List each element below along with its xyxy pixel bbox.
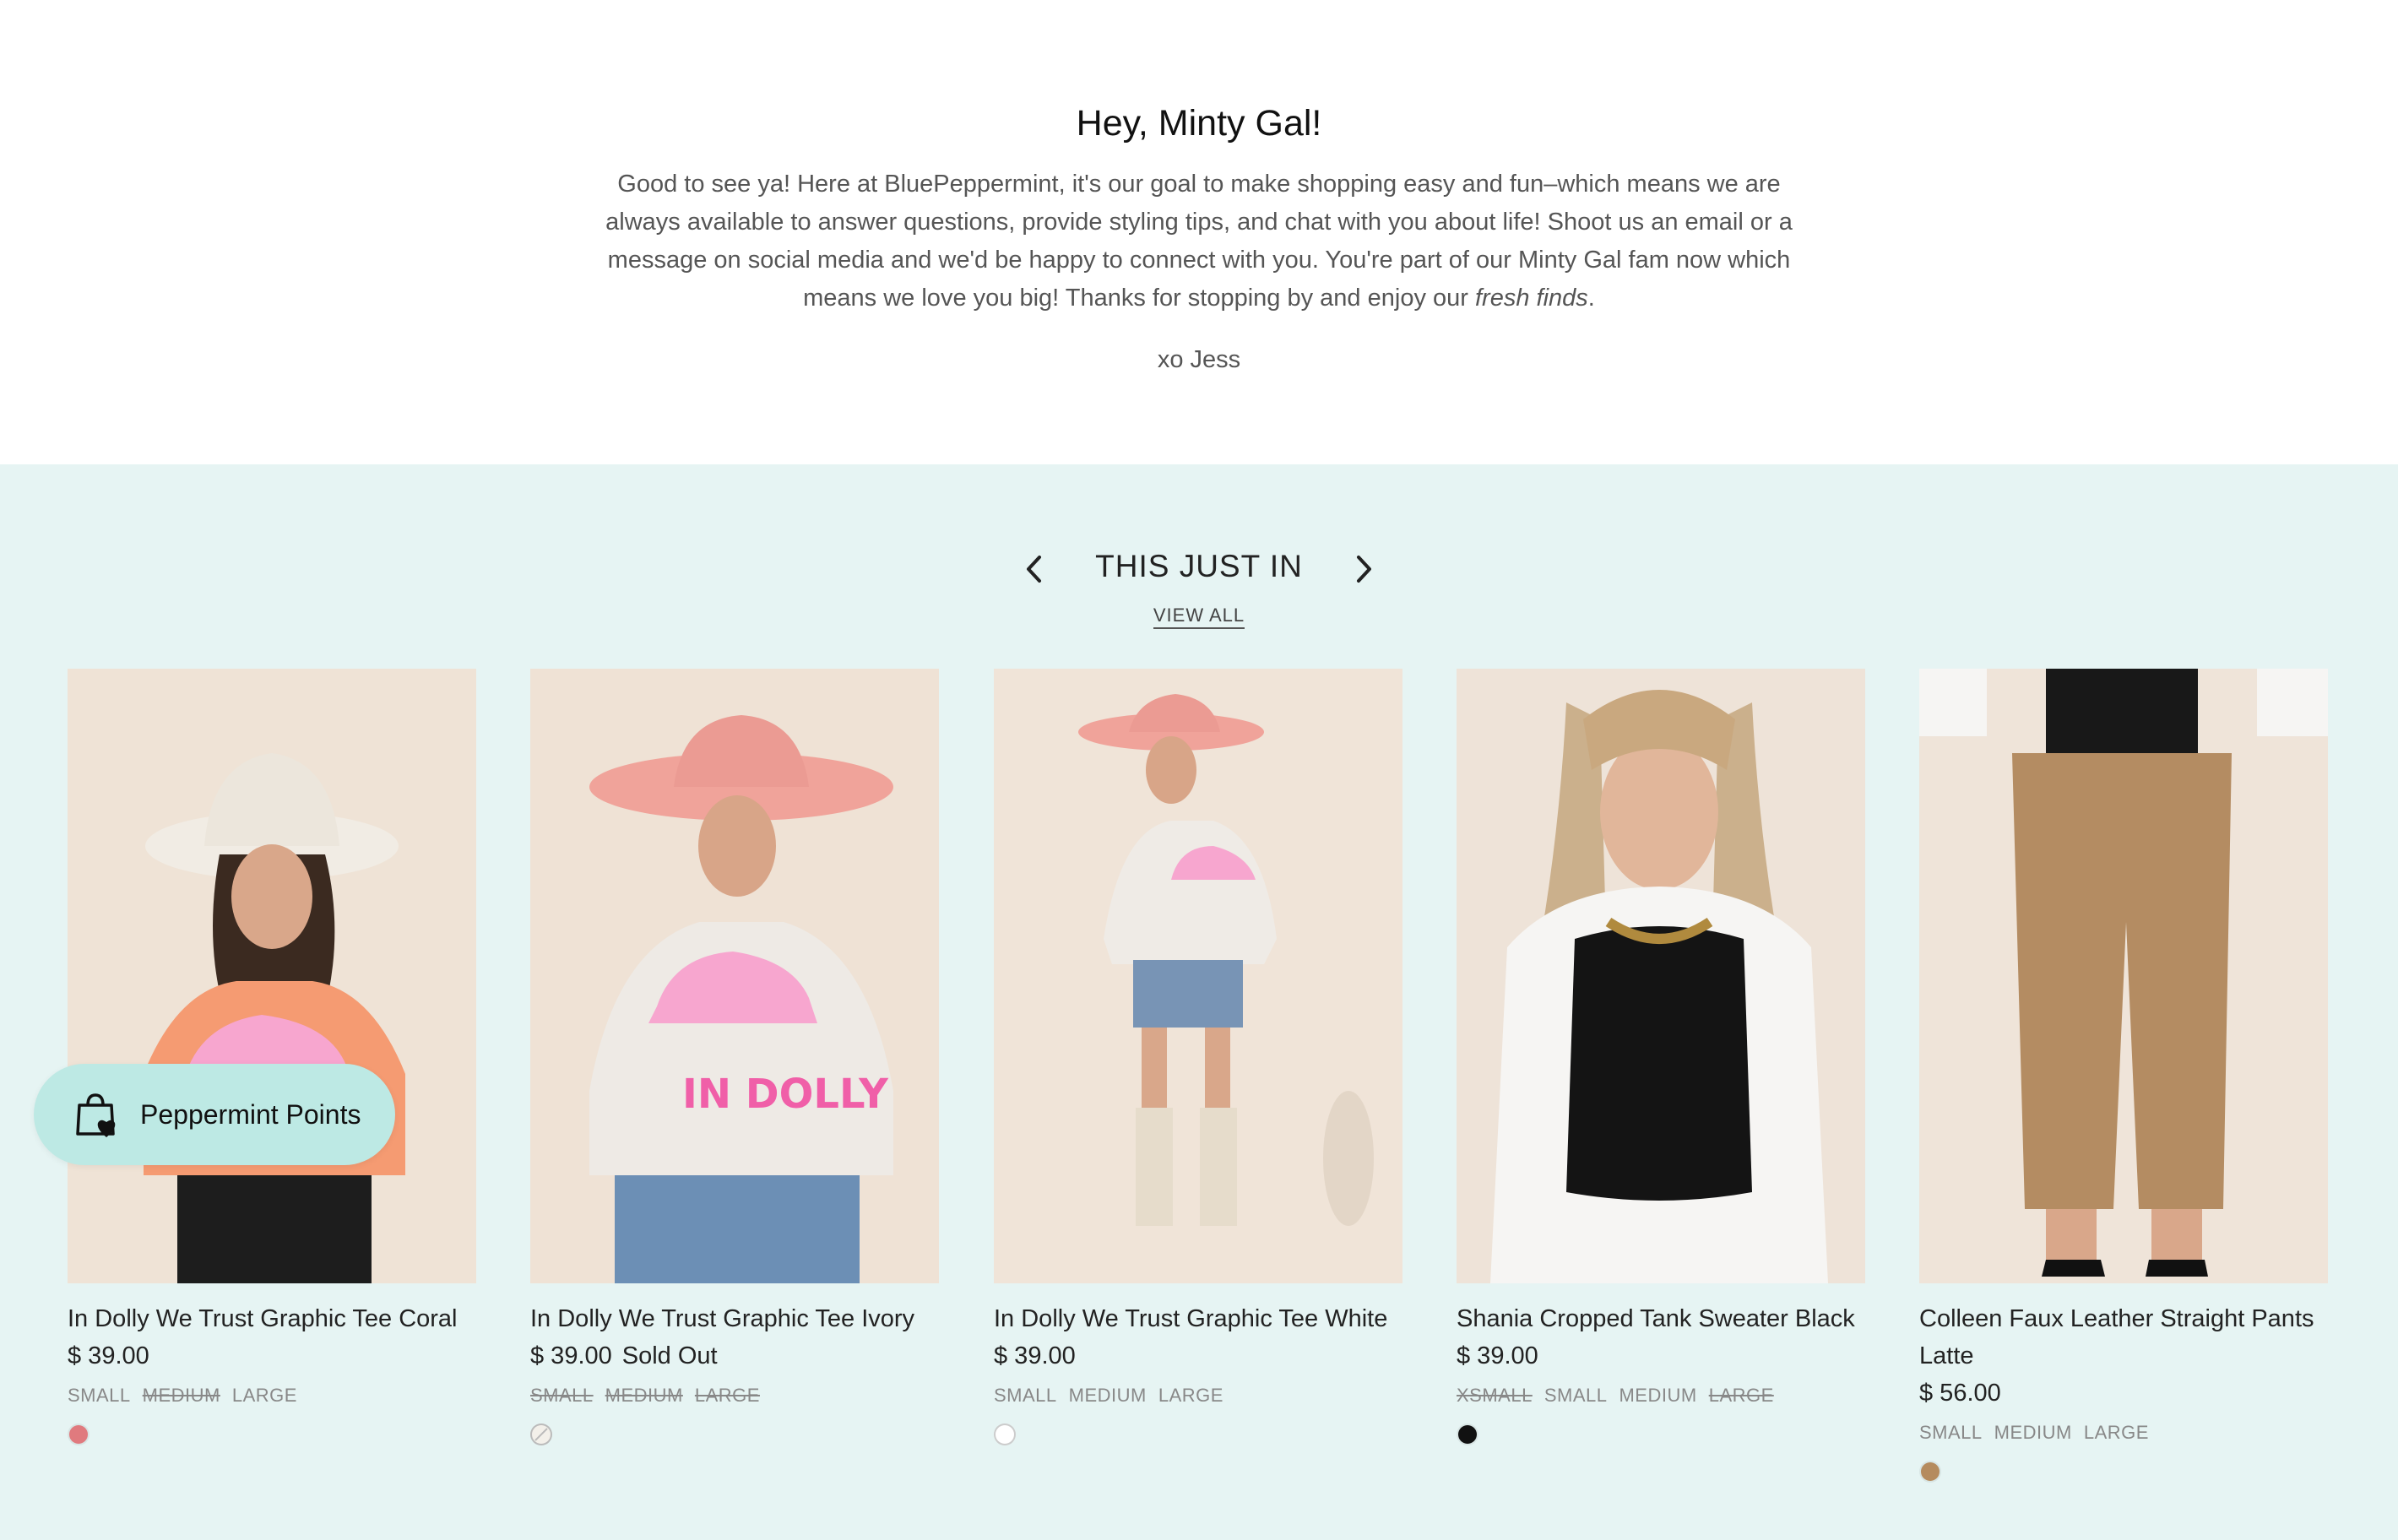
product-title[interactable]: In Dolly We Trust Graphic Tee Ivory xyxy=(530,1300,939,1337)
peppermint-points-label: Peppermint Points xyxy=(140,1098,361,1130)
product-image-ivory-tee[interactable]: IN DOLLY xyxy=(530,669,939,1283)
product-card[interactable]: IN DOLLY In Dolly We Trust Graphic Tee I… xyxy=(530,669,939,1448)
size-option-unavailable: SMALL xyxy=(530,1385,594,1406)
intro-emphasis: fresh finds xyxy=(1474,285,1588,312)
peppermint-points-button[interactable]: Peppermint Points xyxy=(34,1064,395,1165)
size-option-unavailable: MEDIUM xyxy=(142,1385,220,1406)
color-swatch[interactable] xyxy=(996,1425,1014,1444)
intro-section: Hey, Minty Gal! Good to see ya! Here at … xyxy=(0,0,2398,464)
price-value: $ 39.00 xyxy=(530,1342,612,1369)
size-option-unavailable: LARGE xyxy=(694,1385,760,1406)
this-just-in-section: THIS JUST IN VIEW ALL In Dolly We Trust … xyxy=(0,464,2398,1540)
price-value: $ 39.00 xyxy=(994,1342,1076,1369)
size-options: SMALL MEDIUM LARGE xyxy=(994,1385,1402,1407)
product-card[interactable]: Shania Cropped Tank Sweater Black $ 39.0… xyxy=(1457,669,1865,1448)
size-option[interactable]: MEDIUM xyxy=(1619,1385,1696,1406)
size-option[interactable]: LARGE xyxy=(2084,1422,2149,1443)
next-arrow-button[interactable] xyxy=(1344,550,1381,588)
product-card[interactable]: In Dolly We Trust Graphic Tee White $ 39… xyxy=(994,669,1402,1448)
sold-out-label: Sold Out xyxy=(621,1342,718,1369)
size-option[interactable]: SMALL xyxy=(1919,1422,1983,1443)
size-option[interactable]: MEDIUM xyxy=(1069,1385,1147,1406)
product-price: $ 39.00 xyxy=(994,1337,1402,1375)
product-title[interactable]: In Dolly We Trust Graphic Tee White xyxy=(994,1300,1402,1337)
product-image-latte-pants[interactable] xyxy=(1919,669,2328,1283)
product-image-black-sweater[interactable] xyxy=(1457,669,1865,1283)
price-value: $ 39.00 xyxy=(68,1342,149,1369)
size-option[interactable]: LARGE xyxy=(232,1385,297,1406)
size-options: SMALL MEDIUM LARGE xyxy=(1919,1422,2328,1444)
intro-body-text: Good to see ya! Here at BluePeppermint, … xyxy=(605,171,1793,312)
size-options: XSMALL SMALL MEDIUM LARGE xyxy=(1457,1385,1865,1407)
intro-heading: Hey, Minty Gal! xyxy=(1076,103,1322,144)
product-title[interactable]: Colleen Faux Leather Straight Pants Latt… xyxy=(1919,1300,2328,1375)
intro-period: . xyxy=(1587,285,1595,312)
intro-body: Good to see ya! Here at BluePeppermint, … xyxy=(591,165,1807,317)
price-value: $ 39.00 xyxy=(1457,1342,1538,1369)
view-all-wrapper: VIEW ALL xyxy=(0,605,2398,629)
color-swatch-unavailable[interactable] xyxy=(532,1425,551,1444)
size-options: SMALL MEDIUM LARGE xyxy=(530,1385,939,1407)
size-option-unavailable: LARGE xyxy=(1708,1385,1774,1406)
view-all-link[interactable]: VIEW ALL xyxy=(1153,605,1245,629)
color-swatch[interactable] xyxy=(69,1425,88,1444)
product-price: $ 39.00 Sold Out xyxy=(530,1337,939,1375)
product-price: $ 56.00 xyxy=(1919,1375,2328,1412)
product-image-coral-tee[interactable] xyxy=(68,669,476,1283)
shopping-bag-heart-icon xyxy=(76,1093,116,1137)
size-option-unavailable: XSMALL xyxy=(1457,1385,1533,1406)
price-value: $ 56.00 xyxy=(1919,1380,2001,1407)
slash-icon xyxy=(534,1428,548,1441)
product-image-white-tee[interactable] xyxy=(994,669,1402,1283)
svg-text:IN DOLLY: IN DOLLY xyxy=(682,1071,889,1118)
size-options: SMALL MEDIUM LARGE xyxy=(68,1385,476,1407)
product-title[interactable]: Shania Cropped Tank Sweater Black xyxy=(1457,1300,1865,1337)
chevron-right-icon xyxy=(1357,556,1371,583)
size-option[interactable]: MEDIUM xyxy=(1994,1422,2072,1443)
product-card[interactable]: Colleen Faux Leather Straight Pants Latt… xyxy=(1919,669,2328,1485)
section-title: THIS JUST IN xyxy=(1095,549,1303,583)
intro-signature: xo Jess xyxy=(1157,346,1241,373)
size-option[interactable]: SMALL xyxy=(68,1385,131,1406)
size-option-unavailable: MEDIUM xyxy=(605,1385,683,1406)
product-card[interactable]: In Dolly We Trust Graphic Tee Coral $ 39… xyxy=(68,669,476,1448)
product-title[interactable]: In Dolly We Trust Graphic Tee Coral xyxy=(68,1300,476,1337)
size-option[interactable]: LARGE xyxy=(1158,1385,1223,1406)
product-price: $ 39.00 xyxy=(1457,1337,1865,1375)
product-price: $ 39.00 xyxy=(68,1337,476,1375)
size-option[interactable]: SMALL xyxy=(1544,1385,1608,1406)
color-swatch[interactable] xyxy=(1921,1462,1940,1481)
size-option[interactable]: SMALL xyxy=(994,1385,1057,1406)
color-swatch[interactable] xyxy=(1458,1425,1477,1444)
